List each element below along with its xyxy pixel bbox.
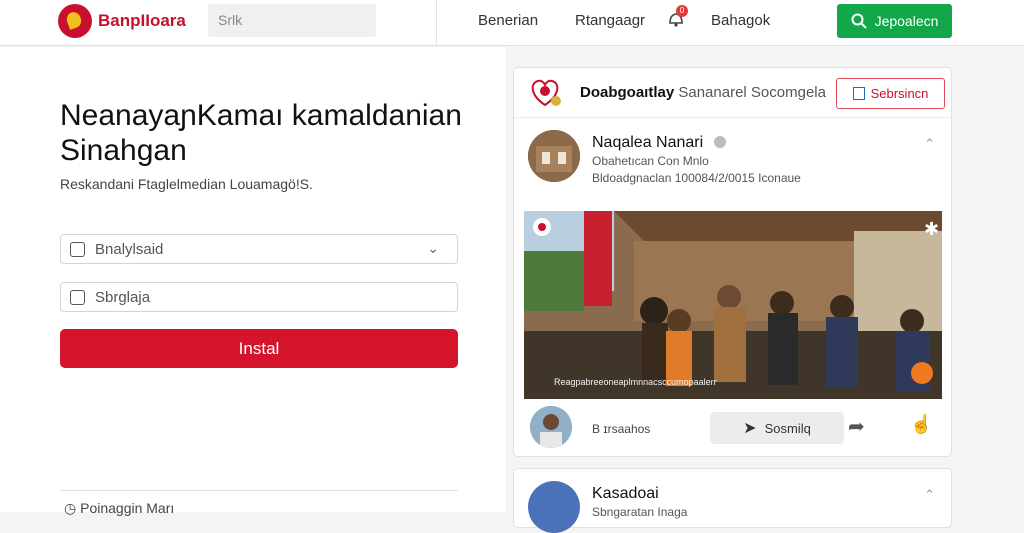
nav-link-1[interactable]: Benerian: [478, 12, 538, 29]
hero-heading: NeanayaɲKamaı kamaldanian Sinahgan: [60, 99, 462, 167]
person-icon: [530, 406, 572, 448]
select-field[interactable]: Bnalylsaid ⌄: [60, 234, 458, 264]
card-title-rest: Sananarel Socomgela: [678, 84, 826, 101]
bookmark-icon: [852, 87, 865, 100]
section-divider: [60, 490, 458, 491]
channel-logo-icon: [531, 79, 561, 107]
text-field-value: Sbrglaja: [95, 289, 151, 306]
chevron-down-icon: ⌄: [427, 240, 439, 256]
share-button[interactable]: ➤ Sosmilq: [710, 412, 844, 444]
search-input[interactable]: Srlk: [208, 4, 376, 37]
card-header: Doabgoaıtlay Sananarel Socomgela Sebrsin…: [514, 68, 951, 118]
like-icon[interactable]: ☝: [910, 414, 932, 435]
feed-card: Doabgoaıtlay Sananarel Socomgela Sebrsin…: [513, 67, 952, 457]
svg-text:✱: ✱: [924, 219, 939, 240]
photo-caption: Reagpabreeoneaplmnnacsccumopaalerr: [554, 377, 717, 387]
image-icon: [70, 290, 85, 305]
select-field-value: Bnalylsaid: [95, 241, 164, 258]
card-title-bold: Doabgoaıtlay: [580, 84, 675, 101]
field-icon: [70, 242, 85, 257]
post-meta-2-1: Sbngaratan Inaga: [592, 505, 688, 519]
card-title: Doabgoaıtlay Sananarel Socomgela: [580, 84, 826, 101]
post-meta-2: Bldoadgnaclan 100084/2/0015 Iconaue: [592, 171, 801, 185]
install-button[interactable]: Instal: [60, 329, 458, 368]
subscribe-label: Sebrsincn: [870, 86, 929, 101]
share-label: Sosmilq: [764, 420, 811, 436]
header-cta-button[interactable]: Jepoalecn: [837, 4, 952, 38]
search-icon: [851, 13, 867, 29]
verified-icon: [714, 136, 726, 148]
post-meta-1: Obahetıcan Con Mnlo: [592, 154, 709, 168]
navbar-divider: [436, 0, 437, 46]
more-options-icon-2[interactable]: ⌃: [924, 487, 935, 503]
poster-avatar[interactable]: [528, 130, 580, 182]
hero-subtext: Reskandani Ftaglelmedian Louamagö!S.: [60, 176, 313, 192]
subscribe-button[interactable]: Sebrsincn: [836, 78, 945, 109]
brand-name[interactable]: BanpIIoara: [98, 11, 186, 31]
feed-card-2: Kasadoai ⌃ Sbngaratan Inaga: [513, 468, 952, 533]
forward-icon[interactable]: ➦: [848, 414, 865, 439]
notification-badge: 0: [676, 5, 688, 17]
poster-name[interactable]: Naqalea Nanari: [592, 134, 703, 152]
brand-logo[interactable]: [58, 4, 92, 38]
poster-name-2[interactable]: Kasadoai: [592, 485, 659, 503]
nav-link-2[interactable]: Rtangaagr: [575, 12, 645, 29]
photo-scene: ✱: [524, 211, 942, 399]
post-photo[interactable]: ✱ Reagpabreeoneaplmnnacsccumopaalerr: [524, 211, 942, 399]
text-field[interactable]: Sbrglaja: [60, 282, 458, 312]
footer-link-label: Poinaggin Marı: [80, 500, 175, 516]
top-navbar: BanpIIoara Srlk Benerian Rtangaagr 0 Bah…: [0, 0, 1024, 46]
commenter-avatar[interactable]: [530, 406, 572, 448]
footer-link[interactable]: ◷ Poinaggin Marı: [64, 500, 174, 517]
nav-link-3[interactable]: Bahagok: [711, 12, 770, 29]
arrow-left-icon: ➤: [743, 420, 757, 437]
header-cta-label: Jepoalecn: [874, 13, 939, 29]
building-icon: [528, 130, 580, 182]
poster-avatar-2[interactable]: [528, 481, 580, 533]
clock-icon: ◷: [64, 500, 77, 516]
comment-label[interactable]: B ɪrsaahos: [592, 422, 650, 436]
more-options-icon[interactable]: ⌃: [924, 136, 935, 152]
post-actions: B ɪrsaahos ➤ Sosmilq ➦ ☝: [514, 400, 951, 456]
